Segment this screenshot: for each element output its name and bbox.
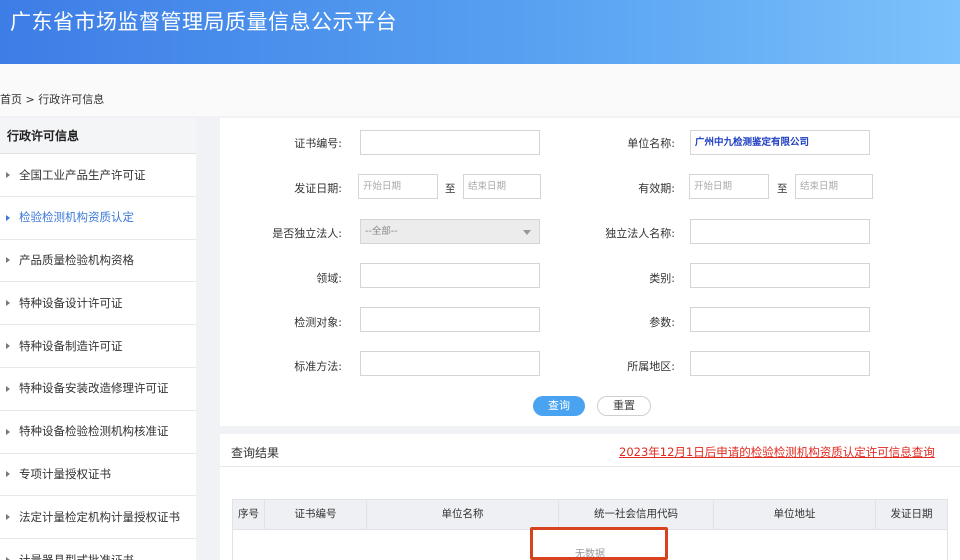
sidebar-item-legal-metrology-authorization[interactable]: 法定计量检定机构计量授权证书 (0, 496, 196, 540)
cert-no-label: 证书编号: (294, 137, 342, 150)
column-header-cert-no: 证书编号 (265, 500, 367, 529)
region-label: 所属地区: (627, 360, 675, 373)
standard-method-label: 标准方法: (294, 360, 342, 373)
site-title: 广东省市场监督管理局质量信息公示平台 (10, 10, 397, 34)
region-input[interactable] (690, 351, 870, 376)
breadcrumb-current: 行政许可信息 (38, 93, 105, 106)
independent-legal-name-input[interactable] (690, 219, 870, 244)
breadcrumb-bar: 首页 > 行政许可信息 (0, 64, 960, 116)
triangle-right-icon (6, 385, 10, 392)
column-header-unit-address: 单位地址 (714, 500, 876, 529)
field-label: 领域: (316, 272, 342, 285)
sidebar-item-label: 特种设备安装改造修理许可证 (19, 381, 169, 396)
triangle-right-icon (6, 514, 10, 521)
sidebar-item-special-equipment-installation[interactable]: 特种设备安装改造修理许可证 (0, 368, 196, 411)
new-qualification-query-link[interactable]: 2023年12月1日后申请的检验检测机构资质认定许可信息查询 (619, 444, 935, 460)
sidebar-item-label: 特种设备制造许可证 (19, 338, 123, 353)
column-header-unit-name: 单位名称 (367, 500, 559, 529)
breadcrumb-separator: > (25, 93, 35, 106)
reset-button[interactable]: 重置 (597, 396, 651, 416)
standard-method-input[interactable] (360, 351, 540, 376)
breadcrumb: 首页 > 行政许可信息 (0, 91, 104, 107)
test-object-label: 检测对象: (294, 316, 342, 329)
issue-date-label: 发证日期: (294, 182, 342, 195)
sidebar: 行政许可信息 全国工业产品生产许可证 检验检测机构资质认定 产品质量检验机构资格… (0, 118, 196, 560)
independent-legal-value: --全部-- (365, 226, 398, 237)
annotation-highlight-box (530, 527, 668, 560)
category-label: 类别: (649, 272, 675, 285)
results-divider (220, 466, 960, 467)
unit-name-input[interactable]: 广州中九检测鉴定有限公司 (690, 130, 870, 155)
sidebar-item-label: 专项计量授权证书 (19, 467, 111, 482)
parameter-input[interactable] (690, 307, 870, 332)
sidebar-item-special-equipment-design[interactable]: 特种设备设计许可证 (0, 282, 196, 326)
sidebar-title: 行政许可信息 (0, 118, 196, 154)
category-input[interactable] (690, 263, 870, 288)
issue-date-end-input[interactable]: 结束日期 (463, 174, 541, 199)
sidebar-item-label: 法定计量检定机构计量授权证书 (19, 509, 180, 524)
sidebar-item-special-equipment-manufacture[interactable]: 特种设备制造许可证 (0, 325, 196, 368)
triangle-right-icon (6, 171, 10, 178)
sidebar-item-label: 特种设备检验检测机构核准证 (19, 424, 169, 439)
sidebar-item-industrial-production-license[interactable]: 全国工业产品生产许可证 (0, 154, 196, 197)
sidebar-item-product-quality-qualification[interactable]: 产品质量检验机构资格 (0, 240, 196, 283)
main-panel: 证书编号: 单位名称: 广州中九检测鉴定有限公司 发证日期: 开始日期 至 结束… (220, 118, 960, 560)
query-button[interactable]: 查询 (533, 396, 585, 416)
sidebar-item-measuring-instrument-approval[interactable]: 计量器具型式批准证书 (0, 539, 196, 560)
column-header-issue-date: 发证日期 (890, 508, 933, 520)
triangle-right-icon (6, 214, 10, 221)
results-table-header: 序号 证书编号 单位名称 统一社会信用代码 单位地址 发证日期 (232, 499, 948, 530)
test-object-input[interactable] (360, 307, 540, 332)
issue-date-to-label: 至 (445, 183, 456, 195)
triangle-right-icon (6, 343, 10, 350)
sidebar-item-label: 检验检测机构资质认定 (19, 210, 134, 225)
sidebar-item-label: 产品质量检验机构资格 (19, 253, 134, 268)
valid-period-end-input[interactable]: 结束日期 (795, 174, 873, 199)
triangle-right-icon (6, 257, 10, 264)
sidebar-item-label: 全国工业产品生产许可证 (19, 167, 146, 182)
valid-period-label: 有效期: (638, 182, 675, 195)
sidebar-item-special-equipment-inspection[interactable]: 特种设备检验检测机构核准证 (0, 411, 196, 454)
field-input[interactable] (360, 263, 540, 288)
column-header-index: 序号 (233, 500, 265, 529)
independent-legal-label: 是否独立法人: (272, 227, 342, 240)
valid-period-start-input[interactable]: 开始日期 (689, 174, 769, 199)
section-divider (220, 426, 960, 434)
breadcrumb-home[interactable]: 首页 (0, 93, 22, 106)
site-header: 广东省市场监督管理局质量信息公示平台 (0, 0, 960, 64)
independent-legal-name-label: 独立法人名称: (605, 227, 675, 240)
column-header-credit-code: 统一社会信用代码 (559, 500, 714, 529)
sidebar-item-label: 特种设备设计许可证 (19, 295, 123, 310)
sidebar-item-inspection-qualification[interactable]: 检验检测机构资质认定 (0, 197, 196, 240)
triangle-right-icon (6, 428, 10, 435)
valid-period-to-label: 至 (777, 183, 788, 195)
sidebar-item-label: 计量器具型式批准证书 (19, 552, 134, 560)
unit-name-label: 单位名称: (627, 137, 675, 150)
results-title: 查询结果 (231, 446, 280, 460)
parameter-label: 参数: (649, 316, 675, 329)
chevron-down-icon (523, 230, 531, 235)
issue-date-start-input[interactable]: 开始日期 (358, 174, 438, 199)
triangle-right-icon (6, 471, 10, 478)
triangle-right-icon (6, 300, 10, 307)
sidebar-item-metrology-authorization[interactable]: 专项计量授权证书 (0, 454, 196, 497)
cert-no-input[interactable] (360, 130, 540, 155)
independent-legal-select[interactable]: --全部-- (360, 219, 540, 244)
